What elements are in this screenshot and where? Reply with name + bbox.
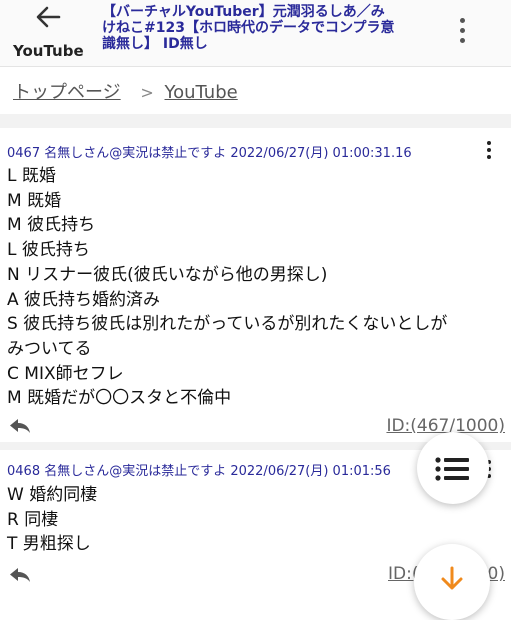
post-line: L 彼氏持ち — [7, 240, 90, 261]
breadcrumb: トップページ > YouTube — [13, 78, 238, 104]
back-label: YouTube — [13, 42, 84, 60]
breadcrumb-home-link[interactable]: トップページ — [13, 82, 121, 103]
post-line: M 彼氏持ち — [7, 215, 96, 236]
thread-title-line: けねこ#123【ホロ時代のデータでコンプラ意 — [102, 20, 395, 36]
back-button[interactable]: YouTube — [0, 0, 96, 66]
list-icon — [435, 457, 469, 481]
scroll-down-fab-button[interactable] — [414, 544, 490, 620]
post-header: 0467 名無しさん@実況は禁止ですよ 2022/06/27(月) 01:00:… — [7, 146, 412, 161]
post-0467: 0467 名無しさん@実況は禁止ですよ 2022/06/27(月) 01:00:… — [0, 128, 511, 442]
post-line: A 彼氏持ち婚約済み — [7, 289, 161, 310]
breadcrumb-current-link[interactable]: YouTube — [165, 82, 238, 103]
post-line: みついてる — [7, 338, 92, 359]
post-line: M 既婚だが〇〇スタと不倫中 — [7, 388, 232, 409]
thread-title-line: 識無し】 ID無し — [102, 36, 208, 52]
post-header: 0468 名無しさん@実況は禁止ですよ 2022/06/27(月) 01:01:… — [7, 464, 391, 479]
reply-icon[interactable] — [9, 567, 31, 583]
arrow-down-icon — [441, 566, 463, 590]
post-line: L 既婚 — [7, 166, 56, 186]
app-header: YouTube 【バーチャルYouTuber】元潤羽るしあ／み けねこ#123【… — [0, 0, 511, 67]
post-line: N リスナー彼氏(彼氏いながら他の男探し) — [7, 264, 328, 285]
post-line: R 同棲 — [7, 509, 59, 530]
thread-title-line: 【バーチャルYouTuber】元潤羽るしあ／み — [102, 4, 385, 20]
post-body: L 既婚 M 既婚 M 彼氏持ち L 彼氏持ち N リスナー彼氏(彼氏いながら他… — [7, 164, 503, 411]
back-arrow-icon — [36, 6, 61, 28]
thread-title: 【バーチャルYouTuber】元潤羽るしあ／み けねこ#123【ホロ時代のデータ… — [102, 4, 420, 52]
post-line: C MIX師セフレ — [7, 363, 124, 384]
post-line: S 彼氏持ち彼氏は別れたがっているが別れたくないとしが — [7, 314, 448, 335]
more-vert-icon[interactable] — [456, 16, 470, 46]
post-line: M 既婚 — [7, 190, 62, 211]
section-divider — [0, 114, 511, 128]
reply-icon[interactable] — [9, 418, 31, 434]
post-more-icon[interactable] — [487, 141, 493, 161]
breadcrumb-separator: > — [140, 83, 154, 102]
list-fab-button[interactable] — [417, 432, 489, 504]
post-id-link-tail: 0) — [487, 564, 505, 584]
